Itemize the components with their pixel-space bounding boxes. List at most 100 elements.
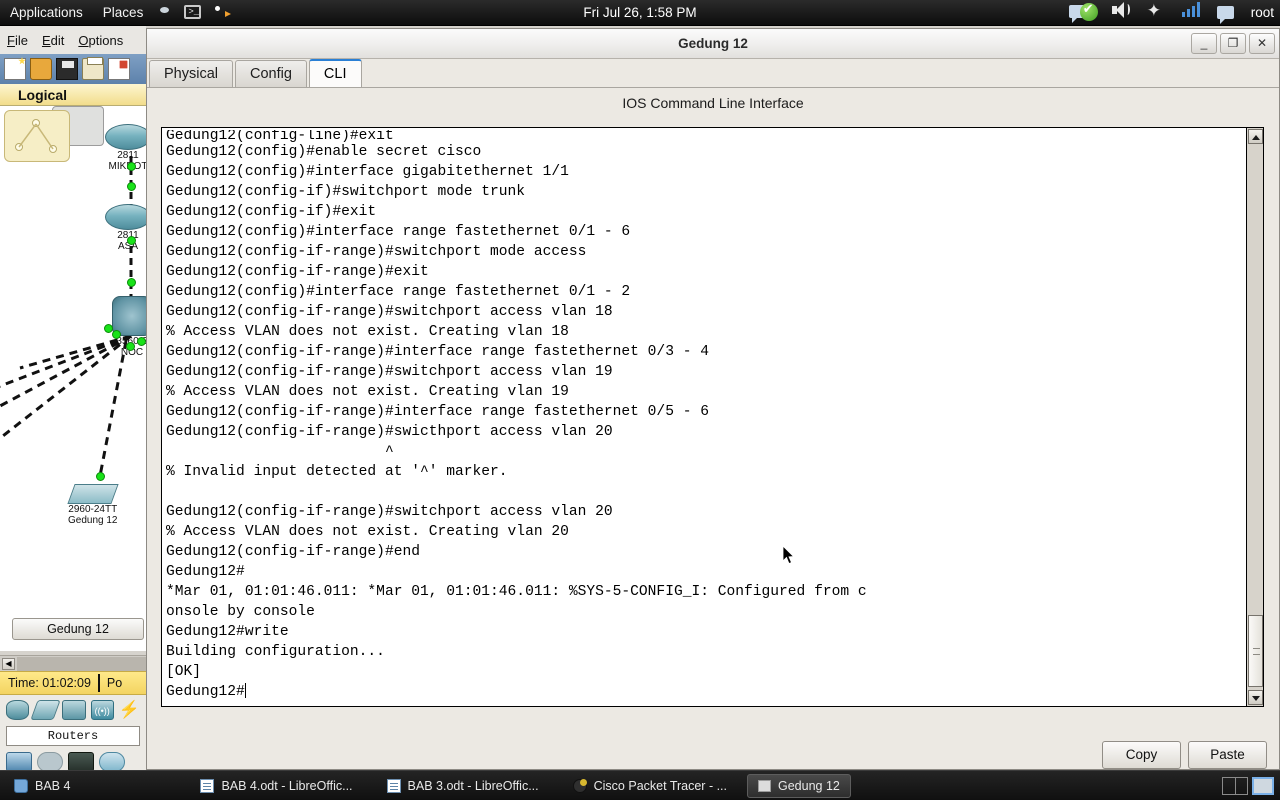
panel-tray: ✦ root bbox=[1066, 1, 1280, 24]
user-menu[interactable]: root bbox=[1249, 5, 1274, 20]
cli-line: Gedung12(config)#interface range fasteth… bbox=[166, 284, 631, 300]
task-bab4-folder[interactable]: BAB 4 bbox=[4, 774, 80, 798]
cli-line: Gedung12# bbox=[166, 564, 245, 580]
tab-physical[interactable]: Physical bbox=[149, 60, 233, 87]
cli-line: Gedung12(config-if-range)#swicthport acc… bbox=[166, 424, 613, 440]
dialog-titlebar[interactable]: Gedung 12 _ ❐ ✕ bbox=[147, 29, 1279, 59]
places-menu[interactable]: Places bbox=[93, 0, 154, 26]
cli-output-text[interactable]: Gedung12(config-line)#exit Gedung12(confi… bbox=[162, 128, 1246, 706]
new-file-icon[interactable] bbox=[4, 58, 26, 80]
cli-terminal-panel[interactable]: Gedung12(config-line)#exit Gedung12(confi… bbox=[161, 127, 1264, 707]
volume-icon[interactable] bbox=[1111, 1, 1134, 24]
task-bab3-odt[interactable]: BAB 3.odt - LibreOffic... bbox=[377, 774, 549, 798]
scroll-left-icon[interactable]: ◀ bbox=[2, 658, 15, 670]
cli-line: Gedung12(config-if-range)#switchport acc… bbox=[166, 364, 613, 380]
bluetooth-icon[interactable]: ✦ bbox=[1147, 2, 1169, 24]
device-model-label: 2960-24TT bbox=[68, 504, 118, 515]
copy-button[interactable]: Copy bbox=[1102, 741, 1181, 769]
minimize-button[interactable]: _ bbox=[1191, 33, 1217, 54]
maximize-button[interactable]: ❐ bbox=[1220, 33, 1246, 54]
cli-line: *Mar 01, 01:01:46.011: *Mar 01, 01:01:46… bbox=[166, 584, 867, 600]
network-signal-icon[interactable] bbox=[1181, 1, 1204, 24]
print-icon[interactable] bbox=[82, 57, 104, 80]
cloud-icon[interactable] bbox=[37, 752, 63, 772]
user-chat-icon[interactable] bbox=[1216, 2, 1239, 24]
device-name-label: ASA bbox=[117, 241, 138, 252]
save-icon[interactable] bbox=[56, 58, 78, 80]
cli-line: Gedung12(config-if-range)#interface rang… bbox=[166, 344, 709, 360]
chat-icon[interactable] bbox=[1068, 1, 1099, 24]
device-router-asa[interactable]: 2811 ASA bbox=[105, 204, 146, 252]
workspace-hscrollbar[interactable]: ◀ bbox=[0, 655, 146, 671]
device-name-label: MIKROT bbox=[105, 161, 146, 172]
folder-icon bbox=[14, 778, 28, 793]
tab-config[interactable]: Config bbox=[235, 60, 307, 87]
menu-file[interactable]: File bbox=[0, 33, 35, 48]
cli-line: Gedung12(config)#interface range fasteth… bbox=[166, 224, 631, 240]
device-model-label: 2811 bbox=[117, 150, 139, 161]
task-label: BAB 3.odt - LibreOffic... bbox=[407, 778, 539, 793]
cli-vertical-scrollbar[interactable] bbox=[1246, 128, 1263, 706]
palette-category-label: Routers bbox=[6, 726, 140, 746]
task-label: Gedung 12 bbox=[778, 778, 840, 793]
edit-icon[interactable] bbox=[108, 58, 130, 80]
bird-app-icon[interactable] bbox=[212, 2, 234, 24]
task-bab4-odt[interactable]: BAB 4.odt - LibreOffic... bbox=[190, 774, 362, 798]
applications-menu[interactable]: Applications bbox=[0, 0, 93, 26]
window-list-taskbar: BAB 4 BAB 4.odt - LibreOffic... BAB 3.od… bbox=[0, 770, 1280, 800]
workspace-mode-tab[interactable]: Logical bbox=[0, 84, 146, 106]
scroll-up-icon[interactable] bbox=[1248, 129, 1263, 144]
task-gedung-12[interactable]: Gedung 12 bbox=[747, 773, 851, 798]
gnome-top-panel: Applications Places >_ Fri Jul 26, 1:58 … bbox=[0, 0, 1280, 26]
document-icon bbox=[200, 778, 215, 793]
scrollbar-thumb[interactable] bbox=[1248, 615, 1263, 687]
cli-line: Gedung12(config-if-range)#switchport acc… bbox=[166, 504, 613, 520]
cli-line: Gedung12#write bbox=[166, 624, 289, 640]
multiuser-icon[interactable] bbox=[99, 752, 125, 772]
pc-icon[interactable] bbox=[6, 752, 32, 772]
power-cycle-label[interactable]: Po bbox=[107, 676, 122, 690]
cli-line: Gedung12(config-if-range)#switchport mod… bbox=[166, 244, 587, 260]
pt-menu-bar: File Edit Options bbox=[0, 26, 146, 54]
device-select-button[interactable]: Gedung 12 bbox=[12, 618, 144, 640]
hscroll-track[interactable] bbox=[17, 657, 146, 671]
scroll-down-icon[interactable] bbox=[1248, 690, 1263, 705]
close-button[interactable]: ✕ bbox=[1249, 33, 1275, 54]
cli-line: % Access VLAN does not exist. Creating v… bbox=[166, 324, 569, 340]
cli-line bbox=[166, 482, 1246, 502]
cli-line: Gedung12(config-if)#exit bbox=[166, 204, 377, 220]
wireless-icon[interactable]: ((•)) bbox=[90, 700, 114, 720]
tab-cli[interactable]: CLI bbox=[308, 59, 362, 87]
device-router-mikrotik[interactable]: 2811 MIKROT bbox=[105, 124, 146, 172]
cli-line: ^ bbox=[166, 444, 394, 460]
workspace-pager-icon[interactable] bbox=[1222, 776, 1248, 795]
switch-icon[interactable] bbox=[30, 700, 62, 720]
cli-line: Gedung12(config-if-range)#end bbox=[166, 544, 420, 560]
task-label: Cisco Packet Tracer - ... bbox=[593, 778, 727, 793]
firefox-icon[interactable] bbox=[156, 2, 178, 24]
device-switch-gedung12[interactable]: 2960-24TT Gedung 12 bbox=[67, 484, 119, 526]
terminal-icon[interactable]: >_ bbox=[184, 2, 206, 24]
cli-line: % Access VLAN does not exist. Creating v… bbox=[166, 384, 569, 400]
menu-options[interactable]: Options bbox=[71, 33, 130, 48]
link-status-dot bbox=[127, 162, 136, 171]
cli-line: Gedung12(config-line)#exit bbox=[166, 130, 394, 142]
logical-workspace[interactable]: 2811 MIKROT 2811 ASA 3560-2 NOC bbox=[0, 106, 146, 651]
workspace-switcher[interactable] bbox=[1222, 776, 1280, 795]
hub-icon[interactable] bbox=[62, 700, 86, 720]
pt-tool-bar bbox=[0, 54, 146, 84]
router-icon[interactable] bbox=[6, 700, 30, 720]
server-icon[interactable] bbox=[68, 752, 94, 772]
connection-icon[interactable]: ⚡ bbox=[119, 701, 140, 719]
palette-type-row: ((•)) ⚡ bbox=[0, 695, 146, 725]
workspace-current[interactable] bbox=[1252, 776, 1274, 795]
paste-button[interactable]: Paste bbox=[1188, 741, 1267, 769]
menu-edit[interactable]: Edit bbox=[35, 33, 71, 48]
task-packet-tracer[interactable]: Cisco Packet Tracer - ... bbox=[563, 774, 737, 798]
dialog-title: Gedung 12 bbox=[678, 36, 748, 51]
link-status-dot bbox=[127, 278, 136, 287]
open-folder-icon[interactable] bbox=[30, 58, 52, 80]
link-status-dot bbox=[137, 337, 146, 346]
cli-line: Building configuration... bbox=[166, 644, 385, 660]
cli-line: Gedung12(config-if-range)#switchport acc… bbox=[166, 304, 613, 320]
